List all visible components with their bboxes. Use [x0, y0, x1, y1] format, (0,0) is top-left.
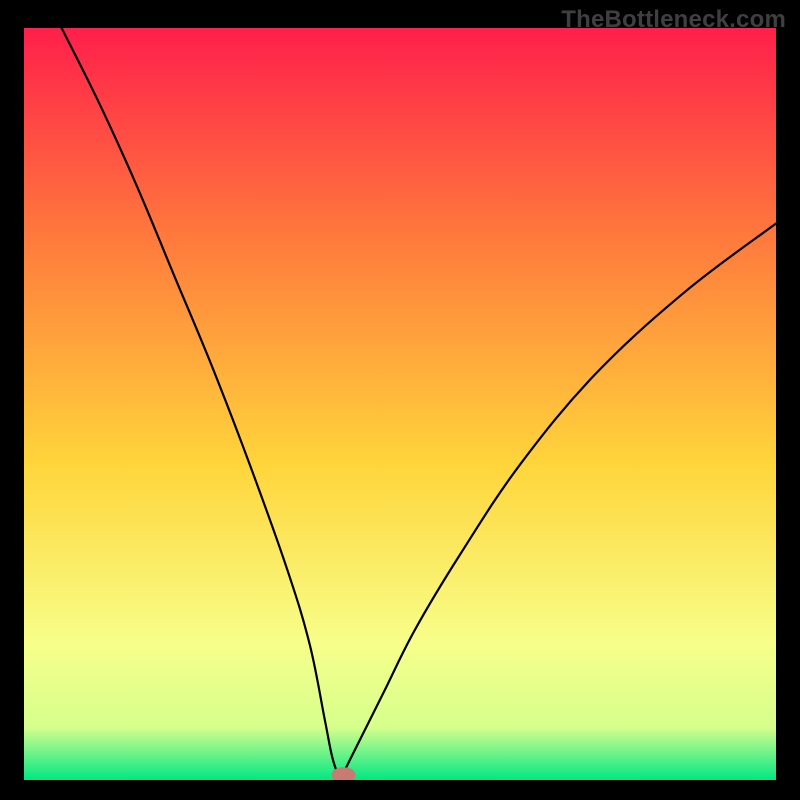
chart-svg	[24, 28, 776, 780]
chart-frame: TheBottleneck.com	[0, 0, 800, 800]
gradient-background	[24, 28, 776, 780]
watermark-text: TheBottleneck.com	[561, 6, 786, 34]
plot-area	[24, 28, 776, 780]
